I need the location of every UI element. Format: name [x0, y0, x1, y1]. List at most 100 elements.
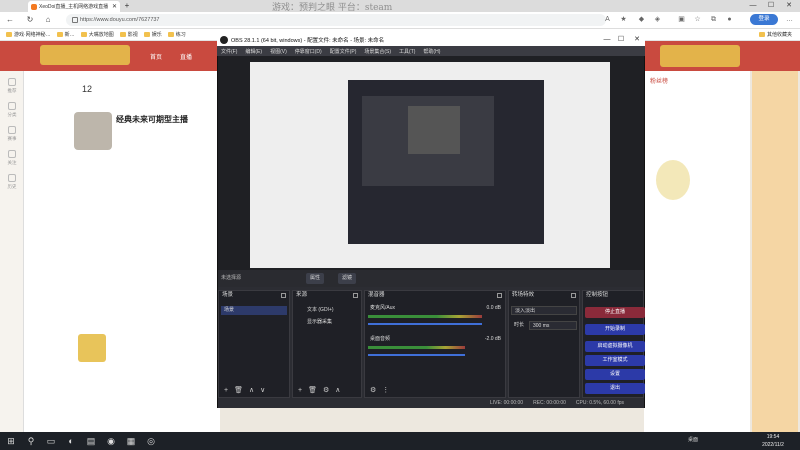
menu-docks[interactable]: 停靠窗口(D)	[295, 48, 322, 55]
system-clock[interactable]: 19:54 2022/11/2	[752, 433, 794, 449]
bookmark-item[interactable]: 大嘴放地图	[80, 31, 114, 38]
delete-icon[interactable]: 🗑	[234, 386, 243, 394]
undock-icon[interactable]	[353, 293, 358, 298]
exit-button[interactable]: 退出	[585, 383, 645, 394]
bookmark-item[interactable]: 游戏·网络神秘…	[6, 31, 51, 38]
undock-icon[interactable]	[571, 293, 576, 298]
move-down-icon[interactable]: ∨	[260, 386, 265, 394]
windows-taskbar: ⊞ ⚲ ▭ ◐ ▤ ◉ ▦ ◎	[0, 432, 800, 450]
no-source-label: 未选择源	[221, 275, 242, 281]
windows-start-icon[interactable]: ⊞	[5, 435, 17, 447]
steam-icon[interactable]: ◉	[105, 435, 117, 447]
menu-view[interactable]: 视图(V)	[270, 48, 287, 55]
virtual-camera-button[interactable]: 启动虚拟摄像机	[585, 341, 645, 352]
menu-tools[interactable]: 工具(T)	[399, 48, 415, 55]
file-explorer-icon[interactable]: ▤	[85, 435, 97, 447]
mixer-channel-db: -2.0 dB	[484, 336, 501, 342]
left-nav-match[interactable]: 赛事	[3, 126, 21, 142]
extension-icon[interactable]: ◆	[636, 14, 647, 25]
follow-icon	[8, 150, 16, 158]
gift-thumbnail[interactable]	[78, 334, 106, 362]
undock-icon[interactable]	[281, 293, 286, 298]
add-icon[interactable]: +	[224, 387, 228, 394]
gear-icon[interactable]: ⚙	[323, 386, 329, 394]
app-icon[interactable]: ▦	[125, 435, 137, 447]
bookmark-item[interactable]: 练习	[167, 31, 186, 38]
tabs-icon[interactable]: ⧉	[708, 14, 719, 25]
volume-slider[interactable]	[368, 354, 465, 356]
undock-icon[interactable]	[497, 293, 502, 298]
side-advertisement[interactable]	[752, 71, 798, 432]
rank-label[interactable]: 粉丝榜	[650, 76, 668, 85]
start-recording-button[interactable]: 开始录制	[585, 324, 645, 335]
close-icon[interactable]: ✕	[780, 0, 798, 12]
obs-minimize-icon[interactable]: —	[600, 34, 614, 46]
refresh-icon[interactable]: ↻	[24, 14, 36, 26]
menu-edit[interactable]: 编辑(E)	[245, 48, 262, 55]
menu-help[interactable]: 帮助(H)	[423, 48, 440, 55]
menu-file[interactable]: 文件(F)	[221, 48, 237, 55]
settings-button[interactable]: 设置	[585, 369, 645, 380]
preview-nested-obs-deep	[408, 106, 460, 154]
delete-icon[interactable]: 🗑	[308, 386, 317, 394]
extension2-icon[interactable]: ◈	[652, 14, 663, 25]
duration-input[interactable]: 300 ms	[529, 321, 577, 330]
home-icon[interactable]: ⌂	[42, 14, 54, 26]
collections-icon[interactable]: ▣	[676, 14, 687, 25]
edge-icon[interactable]: ◐	[65, 435, 77, 447]
stat-count: 12	[82, 84, 93, 94]
bookmark-item[interactable]: 新…	[56, 31, 75, 38]
more-icon[interactable]: ⋮	[382, 386, 389, 394]
favorite-star-icon[interactable]: ★	[618, 14, 629, 25]
obs-taskbar-icon[interactable]: ◎	[145, 435, 157, 447]
left-nav-category[interactable]: 分类	[3, 102, 21, 118]
folder-icon	[143, 32, 150, 37]
browser-tab[interactable]: XeoDoi直播_主机网络游戏直播 ✕	[28, 1, 120, 12]
obs-maximize-icon[interactable]: ☐	[614, 34, 628, 46]
bookmark-item[interactable]: 影视	[119, 31, 138, 38]
gear-icon[interactable]: ⚙	[370, 386, 376, 394]
url-field[interactable]: https://www.douyu.com/7627737	[66, 14, 606, 26]
douyu-logo[interactable]	[40, 45, 130, 65]
properties-button[interactable]: 属性	[306, 273, 325, 284]
source-item[interactable]: 显示器采集	[295, 318, 359, 327]
profile-icon[interactable]: ●	[724, 14, 735, 25]
add-icon[interactable]: +	[298, 387, 302, 394]
login-button[interactable]: 登录	[750, 14, 778, 25]
nav-live[interactable]: 直播	[180, 52, 192, 61]
streamer-avatar[interactable]	[74, 112, 112, 150]
left-nav-history[interactable]: 历史	[3, 174, 21, 190]
minimize-icon[interactable]: —	[744, 0, 762, 12]
stop-streaming-button[interactable]: 停止直播	[585, 307, 645, 318]
search-icon[interactable]: ⚲	[25, 435, 37, 447]
read-aloud-icon[interactable]: A	[602, 14, 613, 25]
menu-profile[interactable]: 配置文件(P)	[330, 48, 357, 55]
move-up-icon[interactable]: ∧	[335, 386, 340, 394]
obs-source-toolbar	[218, 270, 644, 287]
scene-item[interactable]: 场景	[221, 306, 287, 315]
filters-button[interactable]: 滤镜	[338, 273, 357, 284]
task-view-icon[interactable]: ▭	[45, 435, 57, 447]
favorites-icon[interactable]: ☆	[692, 14, 703, 25]
volume-slider[interactable]	[368, 323, 482, 325]
bookmark-item[interactable]: 娱乐	[143, 31, 162, 38]
transition-type-select[interactable]: 淡入淡出	[511, 306, 577, 315]
move-up-icon[interactable]: ∧	[249, 386, 254, 394]
source-item[interactable]: 文本 (GDI+)	[295, 306, 359, 315]
studio-mode-button[interactable]: 工作室模式	[585, 355, 645, 366]
maximize-icon[interactable]: ☐	[762, 0, 780, 12]
scenes-title: 场景	[219, 291, 289, 300]
left-nav-recommend[interactable]: 推荐	[3, 78, 21, 94]
obs-close-icon[interactable]: ✕	[630, 34, 644, 46]
other-bookmarks[interactable]: 其他收藏夹	[758, 31, 792, 38]
more-menu-icon[interactable]: …	[784, 14, 795, 25]
desktop-label[interactable]: 桌面	[688, 436, 698, 443]
volume-meter	[368, 315, 482, 318]
menu-scene-collection[interactable]: 场景集合(S)	[364, 48, 391, 55]
tab-close-icon[interactable]: ✕	[112, 3, 117, 10]
channel-title: 经典未来可期型主播	[116, 115, 188, 124]
new-tab-button[interactable]: +	[122, 1, 132, 11]
back-icon[interactable]: ←	[4, 14, 16, 26]
left-nav-follow[interactable]: 关注	[3, 150, 21, 166]
nav-home[interactable]: 首页	[150, 52, 162, 61]
